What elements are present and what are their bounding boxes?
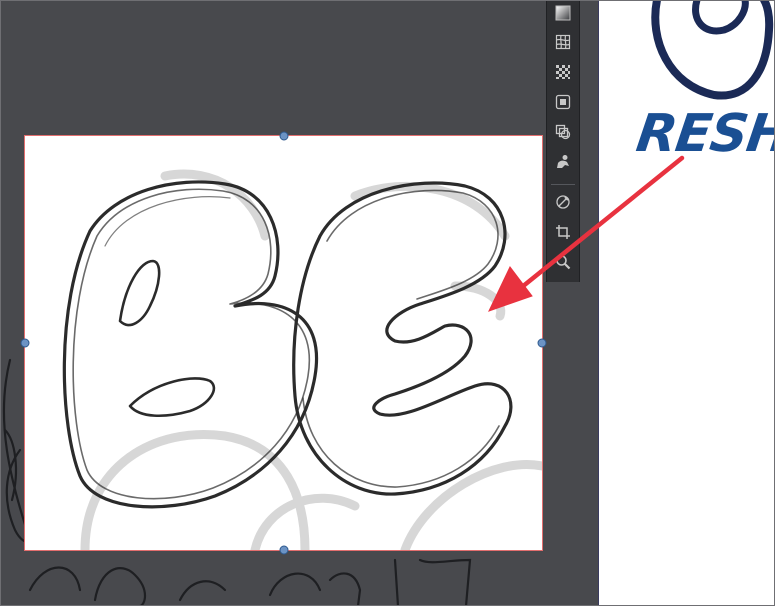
tools-panel <box>546 0 580 282</box>
magnifier-icon <box>556 255 571 270</box>
live-paint-tool[interactable] <box>553 192 573 212</box>
chart-tool[interactable] <box>553 62 573 82</box>
placed-sketch-image[interactable] <box>24 135 543 551</box>
zoom-tool[interactable] <box>553 252 573 272</box>
resize-handle-bottom[interactable] <box>279 545 289 555</box>
shape-builder-tool[interactable] <box>553 122 573 142</box>
overlap-shapes-icon <box>555 124 571 140</box>
resize-handle-top[interactable] <box>279 131 289 141</box>
resize-handle-left[interactable] <box>20 338 30 348</box>
mesh-tool[interactable] <box>553 32 573 52</box>
resize-handle-right[interactable] <box>537 338 547 348</box>
be-letter-sketch <box>62 169 542 550</box>
crop-tool[interactable] <box>553 222 573 242</box>
puppet-warp-tool[interactable] <box>553 152 573 172</box>
checker-grid-icon <box>556 65 570 79</box>
square-icon <box>555 94 571 110</box>
artboard[interactable]: RESHA <box>598 0 775 606</box>
crop-icon <box>556 225 570 239</box>
canvas-workspace[interactable]: RESHA <box>0 0 775 606</box>
logo-mark <box>651 0 774 100</box>
paint-bucket-icon <box>556 195 570 209</box>
gradient-tool[interactable] <box>553 3 573 23</box>
artboard-tool[interactable] <box>553 92 573 112</box>
toolbar-separator <box>551 184 575 185</box>
gradient-icon <box>555 5 571 21</box>
mesh-grid-icon <box>555 34 571 50</box>
puppet-icon <box>557 155 569 168</box>
logo-text: RESHA <box>632 104 775 164</box>
